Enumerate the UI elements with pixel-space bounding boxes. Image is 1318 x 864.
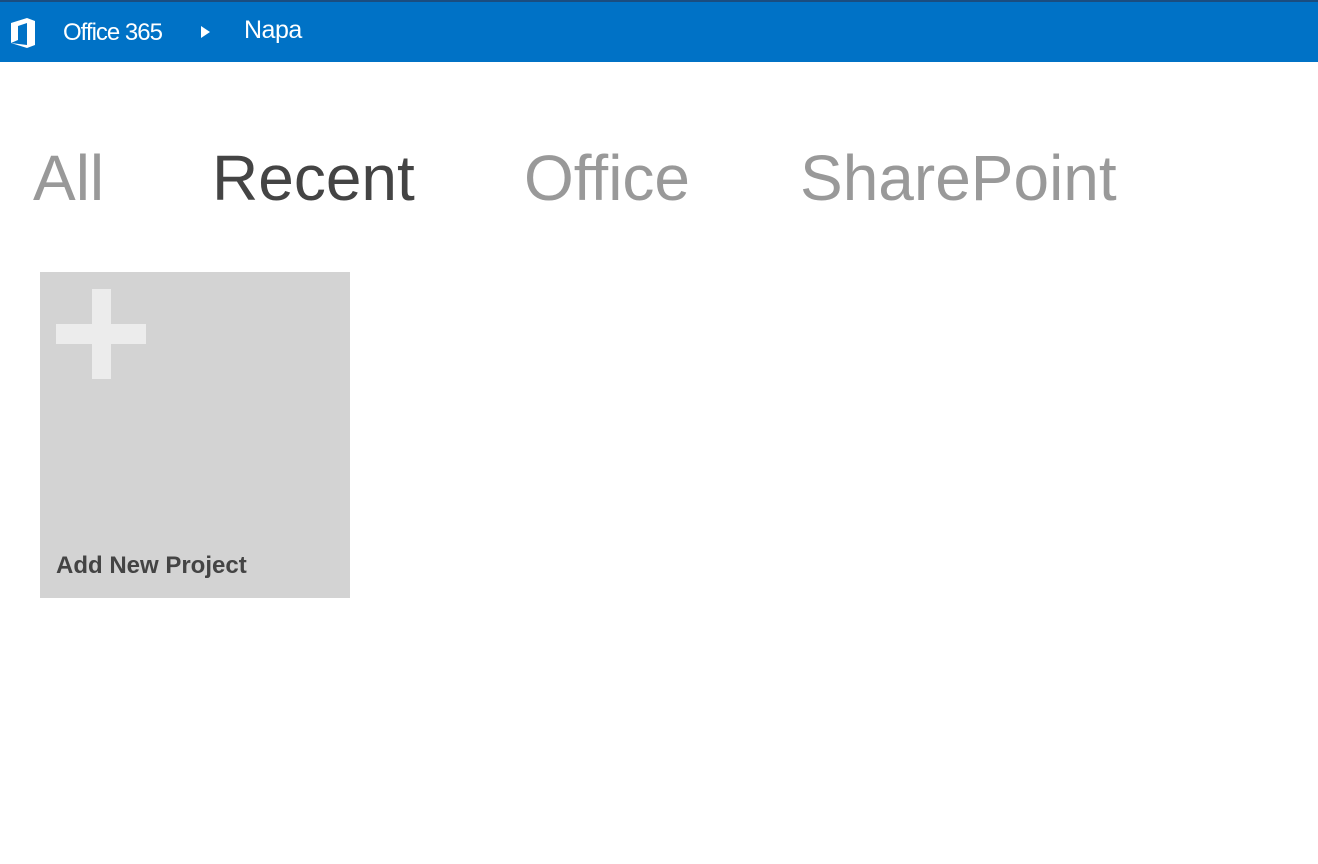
office365-brand-link[interactable]: Office 365: [63, 18, 163, 48]
add-new-project-tile[interactable]: Add New Project: [40, 272, 350, 598]
tab-sharepoint[interactable]: SharePoint: [800, 138, 1117, 218]
tab-recent[interactable]: Recent: [212, 138, 415, 218]
breadcrumb-napa[interactable]: Napa: [244, 15, 302, 45]
triangle-right-icon: [201, 26, 210, 38]
top-bar: Office 365 Napa: [0, 0, 1318, 62]
project-filter-tabs: All Recent Office SharePoint: [0, 138, 1318, 218]
plus-icon: [56, 289, 146, 379]
office-logo-icon[interactable]: [9, 17, 39, 49]
add-new-project-label: Add New Project: [56, 552, 247, 579]
tab-office[interactable]: Office: [524, 138, 690, 218]
tab-all[interactable]: All: [33, 138, 104, 218]
